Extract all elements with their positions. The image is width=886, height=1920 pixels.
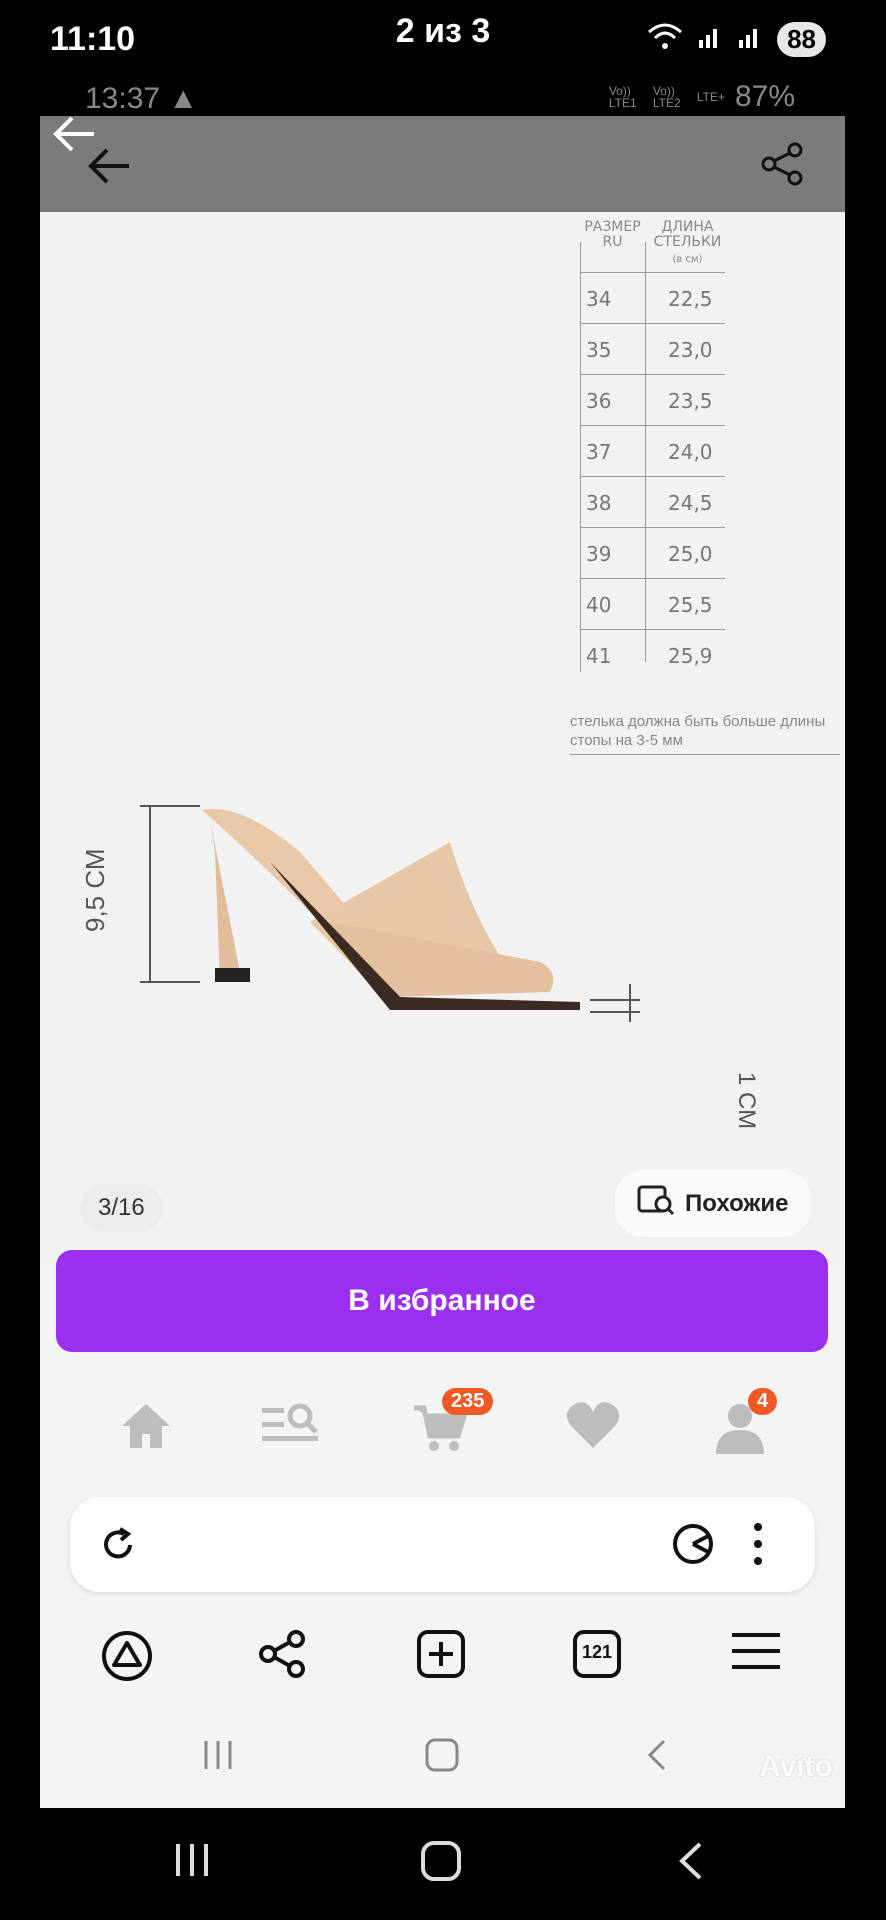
image-search-icon: [637, 1184, 675, 1223]
browser-address-bar[interactable]: [70, 1497, 815, 1592]
length-cell: 25,0: [668, 542, 713, 566]
tabs-count: 121: [581, 1642, 613, 1662]
add-to-favorites-button[interactable]: В избранное: [56, 1250, 828, 1352]
bottom-nav: 235 4: [40, 1370, 845, 1480]
new-tab-icon[interactable]: [416, 1629, 466, 1684]
back-nav-icon[interactable]: [640, 1737, 676, 1778]
image-counter: 3/16: [80, 1184, 163, 1232]
size-header: РАЗМЕР RU: [584, 219, 641, 250]
similar-label: Похожие: [685, 1189, 789, 1217]
back-arrow-icon[interactable]: [50, 110, 98, 163]
size-row: 37 24,0: [580, 425, 725, 476]
home-button-outer-icon[interactable]: [420, 1840, 462, 1887]
warning-icon: ▲: [168, 82, 199, 115]
inner-clock: 13:37 ▲: [85, 82, 199, 115]
heart-icon[interactable]: [565, 1400, 621, 1455]
size-cell: 41: [586, 644, 612, 668]
inner-system-nav: [40, 1715, 845, 1805]
product-photo[interactable]: РАЗМЕР RU ДЛИНА СТЕЛЬКИ (в см) 34 22,5 35 2…: [40, 212, 845, 1262]
alice-icon[interactable]: [100, 1629, 154, 1688]
tabs-counter-icon[interactable]: 121: [572, 1629, 622, 1684]
sim2-label: Vo)) LTE2: [652, 84, 681, 110]
menu-icon[interactable]: [730, 1629, 782, 1678]
size-row: 41 25,9: [580, 629, 725, 680]
similar-button[interactable]: Похожие: [615, 1170, 811, 1237]
length-cell: 24,5: [668, 491, 713, 515]
size-row: 34 22,5: [580, 272, 725, 323]
heel-height-label: 9,5 СМ: [80, 848, 110, 932]
platform-label: 1 СМ: [733, 1072, 760, 1130]
length-cell: 22,5: [668, 287, 713, 311]
ad-blocker-icon[interactable]: [670, 1521, 716, 1572]
share-icon[interactable]: [761, 142, 805, 191]
back-nav-outer-icon[interactable]: [672, 1840, 712, 1887]
size-cell: 39: [586, 542, 612, 566]
net-label: LTE+: [696, 90, 725, 104]
shoe-illustration: [140, 805, 640, 1022]
search-list-icon[interactable]: [260, 1400, 320, 1455]
size-row: 40 25,5: [580, 578, 725, 629]
length-cell: 25,9: [668, 644, 713, 668]
size-table: РАЗМЕР RU ДЛИНА СТЕЛЬКИ (в см) 34 22,5 35 2…: [580, 220, 780, 672]
size-cell: 37: [586, 440, 612, 464]
screenshot-image: 13:37 ▲ Vo)) LTE1 Vo)) LTE2 LTE+ 87% РАЗ…: [40, 80, 845, 1808]
reload-icon[interactable]: [98, 1525, 138, 1570]
more-vertical-icon[interactable]: [750, 1521, 766, 1572]
size-cell: 40: [586, 593, 612, 617]
size-cell: 36: [586, 389, 612, 413]
viewer-title: 2 из 3: [395, 12, 491, 50]
length-cell: 24,0: [668, 440, 713, 464]
size-row: 35 23,0: [580, 323, 725, 374]
size-row: 39 25,0: [580, 527, 725, 578]
table-note: стелька должна быть больше длины стопы н…: [570, 712, 840, 755]
size-cell: 34: [586, 287, 612, 311]
length-header: ДЛИНА СТЕЛЬКИ: [653, 219, 722, 250]
avito-watermark: Avito: [759, 1750, 833, 1783]
size-cell: 35: [586, 338, 612, 362]
share-icon-toolbar[interactable]: [258, 1629, 308, 1684]
home-button-icon[interactable]: [424, 1737, 460, 1778]
profile-badge: 4: [748, 1388, 778, 1415]
home-icon[interactable]: [118, 1400, 174, 1455]
system-nav: [0, 1810, 886, 1920]
size-row: 36 23,5: [580, 374, 725, 425]
browser-toolbar: 121: [40, 1605, 845, 1705]
inner-status-icons: Vo)) LTE1 Vo)) LTE2 LTE+ 87%: [609, 80, 795, 114]
sim1-label: Vo)) LTE1: [608, 84, 637, 110]
recent-apps-icon[interactable]: [200, 1737, 236, 1778]
cart-badge: 235: [442, 1388, 494, 1415]
length-cell: 23,5: [668, 389, 713, 413]
inner-top-bar: [40, 116, 845, 212]
unit-header: (в см): [672, 254, 703, 265]
size-row: 38 24,5: [580, 476, 725, 527]
length-cell: 25,5: [668, 593, 713, 617]
size-cell: 38: [586, 491, 612, 515]
length-cell: 23,0: [668, 338, 713, 362]
recent-apps-icon-outer[interactable]: [172, 1840, 212, 1885]
inner-battery: 87%: [734, 80, 795, 113]
